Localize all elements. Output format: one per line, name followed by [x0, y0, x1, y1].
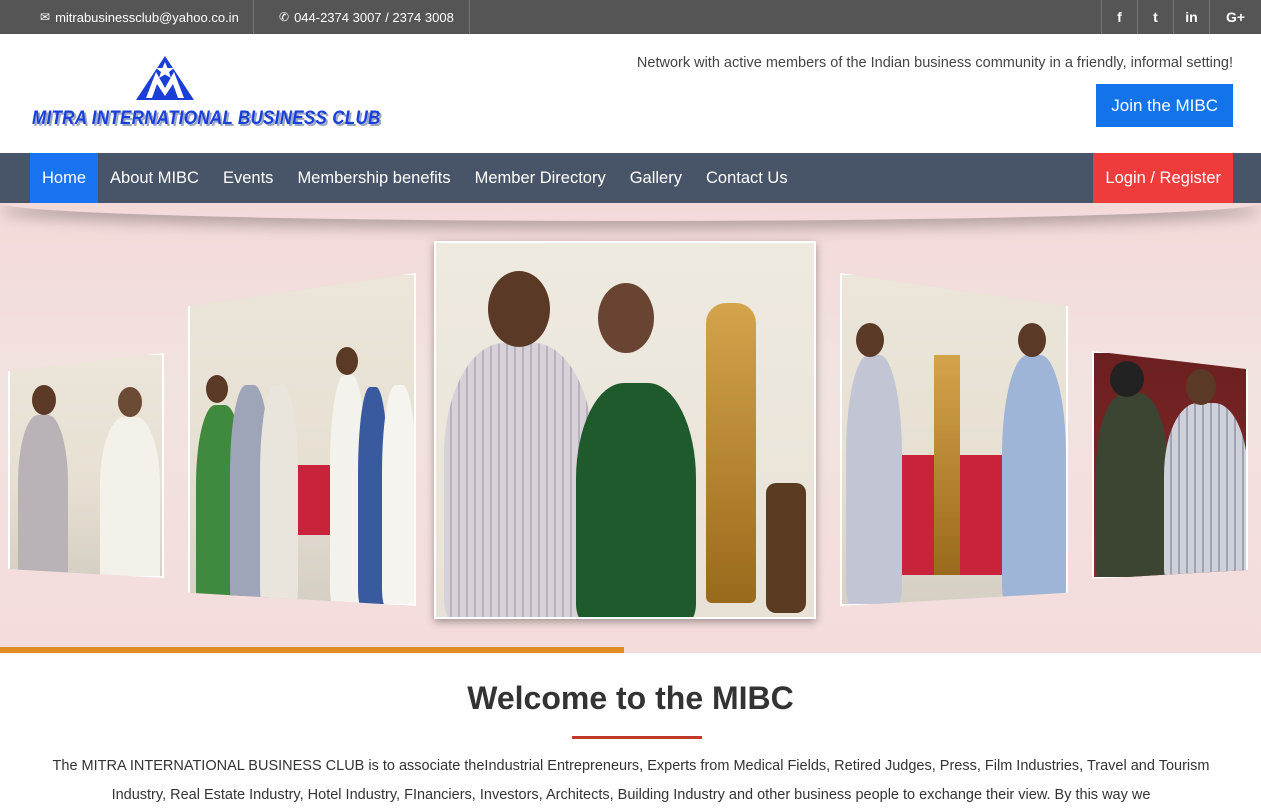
nav-item-member-directory[interactable]: Member Directory	[463, 153, 618, 203]
top-bar: ✉ mitrabusinessclub@yahoo.co.in ✆ 044-23…	[0, 0, 1261, 34]
email-contact[interactable]: ✉ mitrabusinessclub@yahoo.co.in	[26, 0, 254, 34]
slide-photo[interactable]	[434, 241, 816, 619]
phone-icon: ✆	[279, 10, 290, 24]
facebook-icon[interactable]: f	[1101, 0, 1137, 34]
nav-item-membership-benefits[interactable]: Membership benefits	[285, 153, 462, 203]
welcome-title: Welcome to the MIBC	[467, 680, 794, 716]
twitter-icon[interactable]: t	[1137, 0, 1173, 34]
phone-contact: ✆ 044-2374 3007 / 2374 3008	[265, 0, 470, 34]
social-links: f t in G+	[1101, 0, 1261, 34]
tagline: Network with active members of the India…	[636, 55, 1233, 71]
slide-photo[interactable]	[840, 273, 1068, 606]
slide-photo[interactable]	[1092, 351, 1248, 579]
nav-item-contact[interactable]: Contact Us	[694, 153, 800, 203]
title-underline	[572, 736, 702, 739]
nav-item-gallery[interactable]: Gallery	[618, 153, 694, 203]
hero-slider[interactable]	[0, 203, 1261, 653]
google-plus-icon[interactable]: G+	[1209, 0, 1261, 34]
welcome-body: The MITRA INTERNATIONAL BUSINESS CLUB is…	[52, 758, 1210, 803]
main-nav: Home About MIBC Events Membership benefi…	[0, 153, 1261, 203]
slide-photo[interactable]	[188, 273, 416, 606]
envelope-icon: ✉	[40, 10, 51, 24]
nav-item-events[interactable]: Events	[211, 153, 285, 203]
slide-photo[interactable]	[8, 353, 164, 578]
email-text: mitrabusinessclub@yahoo.co.in	[55, 9, 239, 25]
logo[interactable]: MITRA INTERNATIONAL BUSINESS CLUB	[30, 54, 380, 154]
nav-item-about[interactable]: About MIBC	[98, 153, 211, 203]
join-button[interactable]: Join the MIBC	[1096, 84, 1233, 127]
nav-item-home[interactable]: Home	[30, 153, 99, 203]
phone-text: 044-2374 3007 / 2374 3008	[294, 9, 454, 25]
slider-progress-bar	[0, 647, 625, 653]
logo-text: MITRA INTERNATIONAL BUSINESS CLUB	[32, 106, 381, 129]
logo-mark-icon	[136, 56, 194, 100]
site-header: MITRA INTERNATIONAL BUSINESS CLUB Networ…	[0, 34, 1261, 153]
login-register-button[interactable]: Login / Register	[1093, 153, 1233, 203]
linkedin-icon[interactable]: in	[1173, 0, 1209, 34]
